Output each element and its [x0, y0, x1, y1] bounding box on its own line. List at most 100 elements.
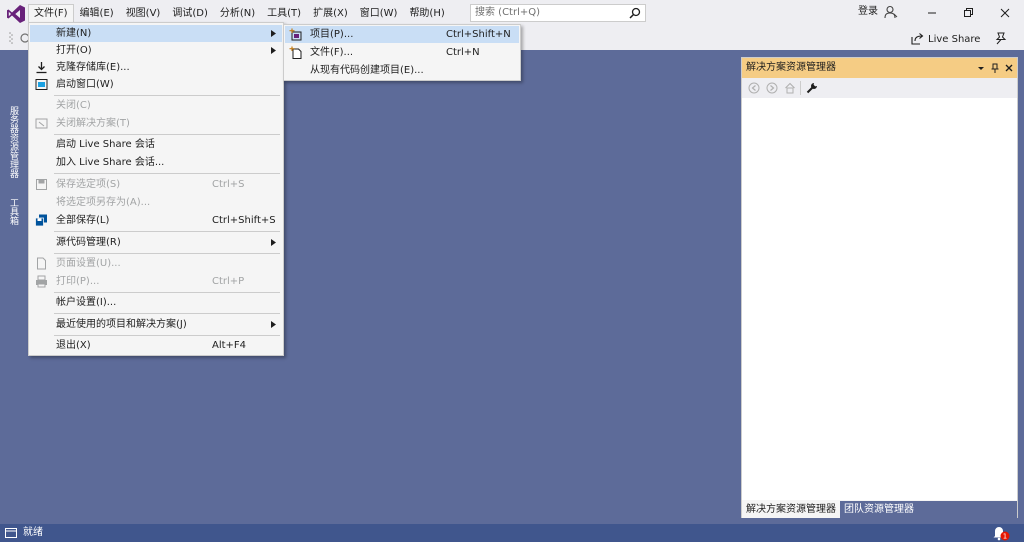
forward-icon[interactable] — [766, 82, 778, 94]
submenu-item-shortcut: Ctrl+Shift+N — [446, 29, 511, 40]
menu-debug[interactable]: 调试(D) — [166, 4, 214, 23]
solution-explorer-title: 解决方案资源管理器 — [746, 62, 836, 73]
submenu-item-project-from-existing-code[interactable]: 从现有代码创建项目(E)... — [285, 62, 519, 79]
menu-item-account-settings[interactable]: 帐户设置(I)... — [30, 294, 282, 311]
status-ready-icon — [5, 528, 17, 538]
home-icon[interactable] — [784, 82, 796, 94]
menu-separator — [54, 134, 280, 135]
menu-item-close-solution[interactable]: 关闭解决方案(T) — [30, 115, 282, 132]
search-input[interactable]: 搜索 (Ctrl+Q) — [470, 4, 646, 22]
solution-explorer-tabs: 解决方案资源管理器 团队资源管理器 — [742, 501, 1017, 518]
menu-item-open[interactable]: 打开(O) — [30, 42, 282, 59]
menu-edit[interactable]: 编辑(E) — [74, 4, 120, 23]
left-tool-tabs: 服务器资源管理器 工具箱 — [0, 50, 22, 524]
clone-download-icon — [36, 62, 47, 74]
menu-item-label: 启动窗口(W) — [56, 79, 114, 90]
menu-bar: 文件(F) 编辑(E) 视图(V) 调试(D) 分析(N) 工具(T) 扩展(X… — [28, 4, 451, 23]
submenu-item-new-project[interactable]: 项目(P)... Ctrl+Shift+N — [285, 26, 519, 43]
solution-explorer-tree[interactable] — [742, 98, 1017, 500]
solution-explorer-panel: 解决方案资源管理器 解决方案资源管理器 团队资源管理器 — [741, 57, 1018, 518]
visual-studio-logo-icon[interactable] — [6, 4, 26, 24]
menu-item-save-all[interactable]: 全部保存(L) Ctrl+Shift+S — [30, 212, 282, 229]
submenu-item-label: 文件(F)... — [310, 47, 354, 58]
solution-explorer-toolbar — [742, 78, 1017, 98]
menu-item-shortcut: Ctrl+P — [212, 276, 245, 287]
sign-in-link[interactable]: 登录 — [858, 5, 878, 19]
menu-item-clone-repository[interactable]: 克隆存储库(E)... — [30, 59, 282, 76]
close-panel-icon[interactable] — [1003, 62, 1015, 74]
submenu-item-label: 项目(P)... — [310, 29, 354, 40]
submenu-arrow-icon — [271, 30, 276, 37]
submenu-arrow-icon — [271, 321, 276, 328]
pin-icon[interactable] — [989, 62, 1001, 74]
menu-item-exit[interactable]: 退出(X) Alt+F4 — [30, 337, 282, 354]
menu-separator — [54, 173, 280, 174]
menu-item-close[interactable]: 关闭(C) — [30, 97, 282, 114]
menu-extensions[interactable]: 扩展(X) — [307, 4, 354, 23]
menu-file[interactable]: 文件(F) — [28, 4, 74, 23]
menu-item-label: 关闭解决方案(T) — [56, 118, 130, 129]
restore-button[interactable] — [958, 4, 978, 22]
menu-item-label: 最近使用的项目和解决方案(J) — [56, 319, 187, 330]
tab-server-explorer[interactable]: 服务器资源管理器 — [6, 106, 18, 178]
menu-item-label: 打开(O) — [56, 45, 92, 56]
menu-item-shortcut: Ctrl+S — [212, 179, 245, 190]
menu-separator — [54, 95, 280, 96]
menu-item-label: 新建(N) — [56, 28, 92, 39]
menu-separator — [54, 313, 280, 314]
new-file-icon — [289, 46, 302, 59]
menu-item-label: 将选定项另存为(A)... — [56, 197, 151, 208]
menu-item-start-window[interactable]: 启动窗口(W) — [30, 76, 282, 93]
submenu-arrow-icon — [271, 239, 276, 246]
menu-item-label: 保存选定项(S) — [56, 179, 121, 190]
toolbar-grip-icon[interactable] — [9, 31, 13, 45]
solution-explorer-header[interactable]: 解决方案资源管理器 — [742, 58, 1017, 78]
menu-separator — [54, 335, 280, 336]
menu-item-shortcut: Ctrl+Shift+S — [212, 215, 276, 226]
back-icon[interactable] — [748, 82, 760, 94]
menu-window[interactable]: 窗口(W) — [354, 4, 404, 23]
window-position-dropdown-icon[interactable] — [975, 62, 987, 74]
menu-item-label: 页面设置(U)... — [56, 258, 121, 269]
submenu-item-label: 从现有代码创建项目(E)... — [310, 65, 424, 76]
feedback-icon[interactable] — [994, 31, 1008, 45]
menu-view[interactable]: 视图(V) — [120, 4, 167, 23]
tab-toolbox[interactable]: 工具箱 — [6, 198, 18, 225]
submenu-item-new-file[interactable]: 文件(F)... Ctrl+N — [285, 44, 519, 61]
menu-item-recent-projects[interactable]: 最近使用的项目和解决方案(J) — [30, 316, 282, 333]
search-icon[interactable] — [629, 7, 641, 19]
live-share-label: Live Share — [928, 33, 981, 45]
tab-team-explorer[interactable]: 团队资源管理器 — [840, 501, 918, 518]
close-solution-icon — [35, 118, 48, 129]
menu-help[interactable]: 帮助(H) — [403, 4, 450, 23]
menu-item-source-control[interactable]: 源代码管理(R) — [30, 234, 282, 251]
menu-separator — [54, 292, 280, 293]
minimize-button[interactable] — [922, 4, 942, 22]
notification-bell-icon[interactable]: 1 — [992, 525, 1010, 541]
menu-item-start-live-share[interactable]: 启动 Live Share 会话 — [30, 136, 282, 153]
menu-item-label: 关闭(C) — [56, 100, 91, 111]
menu-item-label: 源代码管理(R) — [56, 237, 121, 248]
live-share-button[interactable]: Live Share — [910, 31, 980, 47]
file-menu-dropdown: 新建(N) 打开(O) 克隆存储库(E)... 启动窗口(W) 关闭(C) 关闭… — [28, 22, 284, 356]
search-placeholder: 搜索 (Ctrl+Q) — [475, 7, 541, 18]
menu-tools[interactable]: 工具(T) — [261, 4, 307, 23]
wrench-settings-icon[interactable] — [806, 82, 818, 94]
menu-item-save-selected[interactable]: 保存选定项(S) Ctrl+S — [30, 176, 282, 193]
close-button[interactable] — [995, 4, 1015, 22]
tab-solution-explorer[interactable]: 解决方案资源管理器 — [742, 501, 840, 518]
menu-item-join-live-share[interactable]: 加入 Live Share 会话... — [30, 154, 282, 171]
print-icon — [36, 275, 47, 288]
menu-analyze[interactable]: 分析(N) — [214, 4, 261, 23]
submenu-arrow-icon — [271, 47, 276, 54]
save-icon — [36, 179, 47, 190]
menu-item-save-selected-as[interactable]: 将选定项另存为(A)... — [30, 194, 282, 211]
menu-item-label: 克隆存储库(E)... — [56, 62, 130, 73]
menu-item-shortcut: Alt+F4 — [212, 340, 247, 351]
start-window-icon — [35, 79, 48, 90]
menu-item-page-setup[interactable]: 页面设置(U)... — [30, 255, 282, 272]
user-account-icon[interactable] — [884, 5, 898, 19]
menu-item-print[interactable]: 打印(P)... Ctrl+P — [30, 273, 282, 290]
menu-item-new[interactable]: 新建(N) — [30, 25, 282, 42]
menu-item-label: 加入 Live Share 会话... — [56, 157, 165, 168]
